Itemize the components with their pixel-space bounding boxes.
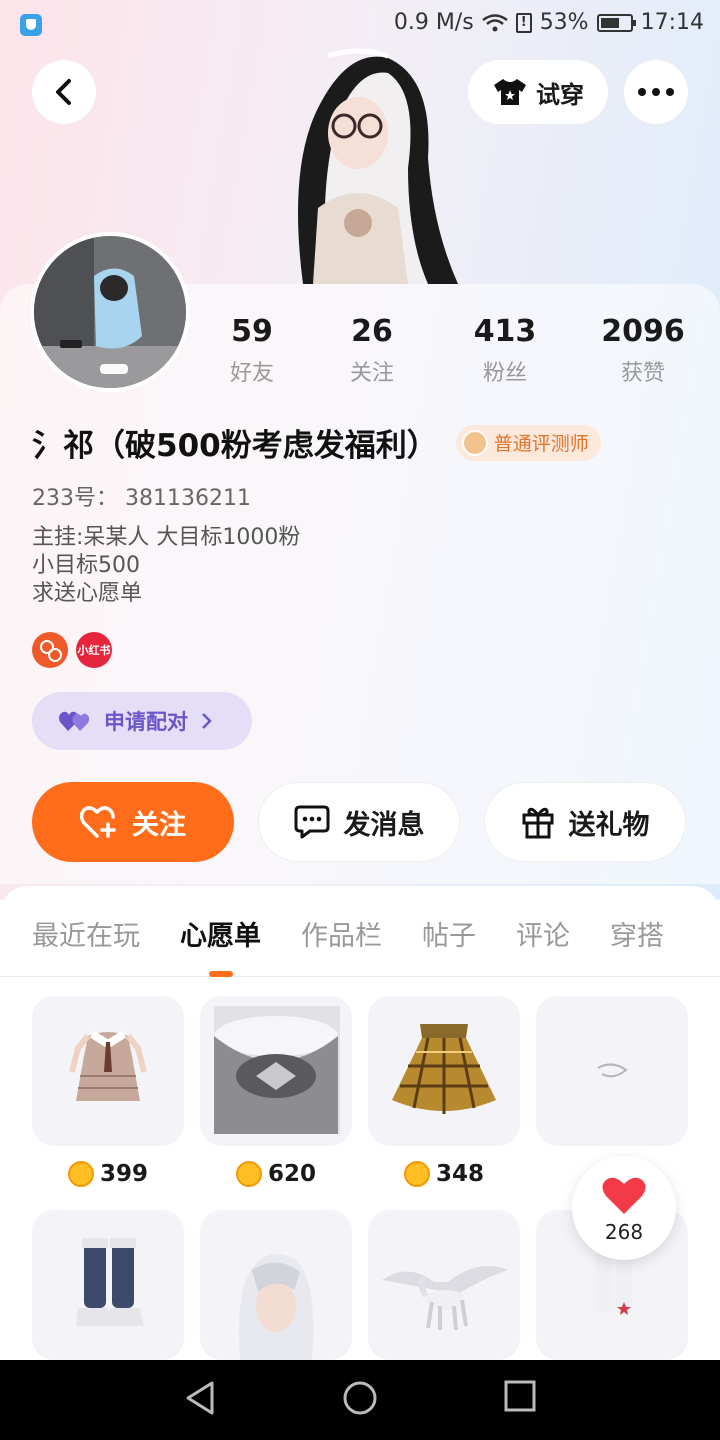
badge-label: 普通评测师 [493,433,589,455]
double-heart-icon [59,711,90,731]
chevron-right-icon [202,713,212,729]
item-price: 348 [368,1146,520,1202]
social-links: 小红书 [32,632,112,668]
user-id: 233号： 381136211 [32,486,251,511]
sim-alert-icon: ! [515,12,532,33]
follow-button[interactable]: 关注 [32,782,234,862]
more-dots-icon [638,88,674,96]
outfit-dress-icon [32,996,184,1146]
gift-icon [522,807,553,839]
system-nav-bar [0,1360,720,1440]
boots-icon [32,1210,184,1360]
user-name: 氵祁（破500粉考虑发福利） [32,428,438,464]
wishlist-item[interactable]: 348 [368,996,520,1210]
avatar[interactable] [30,232,190,392]
try-on-button[interactable]: 试穿 [468,60,608,124]
back-button[interactable] [32,60,96,124]
heart-icon [602,1177,646,1214]
bio-line: 求送心愿单 [32,581,143,606]
nav-recents-icon[interactable] [504,1380,536,1412]
coin-icon [67,1161,94,1187]
follow-label: 关注 [132,809,186,841]
message-label: 发消息 [343,809,425,841]
white-hair-icon [200,1210,352,1360]
hair-clip-icon [536,996,688,1146]
stat-likes[interactable]: 2096 获赞 [578,314,708,387]
chat-bubble-icon [294,805,329,839]
crystal-crown-icon [200,996,352,1146]
tab-comments[interactable]: 评论 [516,914,570,953]
gift-button[interactable]: 送礼物 [484,782,686,862]
tab-outfits[interactable]: 穿搭 [610,914,664,953]
item-price: 620 [200,1146,352,1202]
pair-label: 申请配对 [104,710,188,734]
wifi-icon [481,13,508,32]
stat-friends[interactable]: 59 好友 [192,314,312,387]
pair-request-button[interactable]: 申请配对 [32,692,252,750]
try-on-label: 试穿 [536,80,584,109]
more-button[interactable] [624,60,688,124]
nav-back-icon[interactable] [184,1380,216,1416]
tab-bar: 最近在玩 心愿单 作品栏 帖子 评论 穿搭 [0,886,720,977]
message-button[interactable]: 发消息 [258,782,460,862]
tab-works[interactable]: 作品栏 [301,914,382,953]
wishlist-item[interactable]: 620 [200,996,352,1210]
bio-line: 主挂:呆某人 大目标1000粉 [32,525,301,550]
stat-following[interactable]: 26 关注 [312,314,432,387]
item-price: 399 [32,1146,184,1202]
heart-plus-icon [80,806,116,838]
profile-actions: 关注 发消息 送礼物 [32,782,686,862]
chevron-left-icon [56,79,71,105]
pegasus-icon [368,1210,520,1360]
profile-stats: 59 好友 26 关注 413 粉丝 2096 获赞 [192,314,720,387]
tab-recently-played[interactable]: 最近在玩 [32,914,140,953]
clock: 17:14 [640,10,704,35]
tab-wishlist[interactable]: 心愿单 [180,914,261,977]
like-count: 268 [604,1220,644,1244]
reviewer-badge[interactable]: 普通评测师 [455,424,601,461]
bio-line: 小目标500 [32,553,140,578]
battery-percent: 53% [539,10,589,35]
coin-icon [235,1161,262,1187]
shield-app-icon [20,14,42,36]
wishlist-item[interactable]: 399 [32,996,184,1210]
name-row: 氵祁（破500粉考虑发福利） 普通评测师 [32,420,601,465]
stat-fans[interactable]: 413 粉丝 [432,314,578,387]
tab-posts[interactable]: 帖子 [422,914,476,953]
xiaohongshu-icon[interactable]: 小红书 [76,632,112,668]
social-link-icon[interactable] [32,632,68,668]
network-speed: 0.9 M/s [393,10,474,35]
gift-label: 送礼物 [568,809,650,841]
status-bar: 0.9 M/s ! 53% 17:14 [0,0,720,50]
bio: 主挂:呆某人 大目标1000粉 小目标500 求送心愿单 [32,524,300,608]
battery-icon [596,13,636,32]
avatar-photo-image [34,236,186,388]
avatar-character-image [298,48,458,284]
nav-home-icon[interactable] [342,1380,378,1416]
like-button[interactable]: 268 [572,1156,676,1260]
badge-avatar-icon [461,429,488,456]
coin-icon [403,1161,430,1187]
tshirt-icon [494,79,526,105]
plaid-skirt-icon [368,996,520,1146]
